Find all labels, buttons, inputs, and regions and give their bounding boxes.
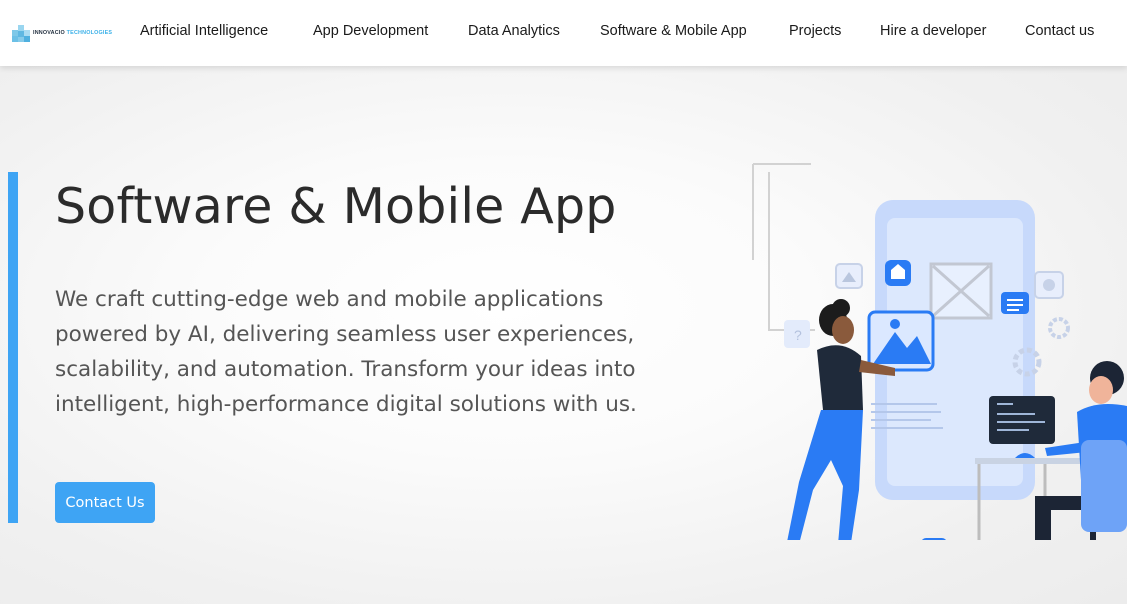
image-placeholder [929, 262, 993, 320]
nav-item-artificial-intelligence[interactable]: Artificial Intelligence [140, 23, 268, 39]
svg-text:?: ? [794, 327, 802, 343]
nav-item-hire-a-developer[interactable]: Hire a developer [880, 23, 986, 39]
nav-item-software-mobile-app[interactable]: Software & Mobile App [600, 23, 747, 39]
brand-name-primary: INNOVACIO [33, 30, 65, 36]
contact-us-button[interactable]: Contact Us [55, 482, 155, 523]
hero-description: We craft cutting-edge web and mobile app… [55, 287, 637, 417]
search-icon [922, 538, 946, 540]
hero-section: Software & Mobile App We craft cutting-e… [0, 66, 1127, 604]
brand-name-secondary: TECHNOLOGIES [66, 30, 113, 36]
brand-name: INNOVACIO TECHNOLOGIES [33, 30, 112, 36]
hero-accent-bar [8, 172, 18, 523]
nav-item-app-development[interactable]: App Development [313, 23, 428, 39]
nav-item-contact-us[interactable]: Contact us [1025, 23, 1094, 39]
hero-title: Software & Mobile App [55, 178, 617, 235]
ruler-decoration [752, 163, 815, 331]
app-development-illustration: ? [752, 163, 1127, 540]
photo-card [867, 310, 935, 372]
top-navbar: INNOVACIO TECHNOLOGIES Artificial Intell… [0, 0, 1127, 66]
brand-logo[interactable]: INNOVACIO TECHNOLOGIES [12, 24, 112, 42]
nav-item-projects[interactable]: Projects [789, 23, 841, 39]
nav-item-data-analytics[interactable]: Data Analytics [468, 23, 560, 39]
blocks-logo-icon [12, 24, 30, 42]
developer-person [1035, 361, 1127, 540]
